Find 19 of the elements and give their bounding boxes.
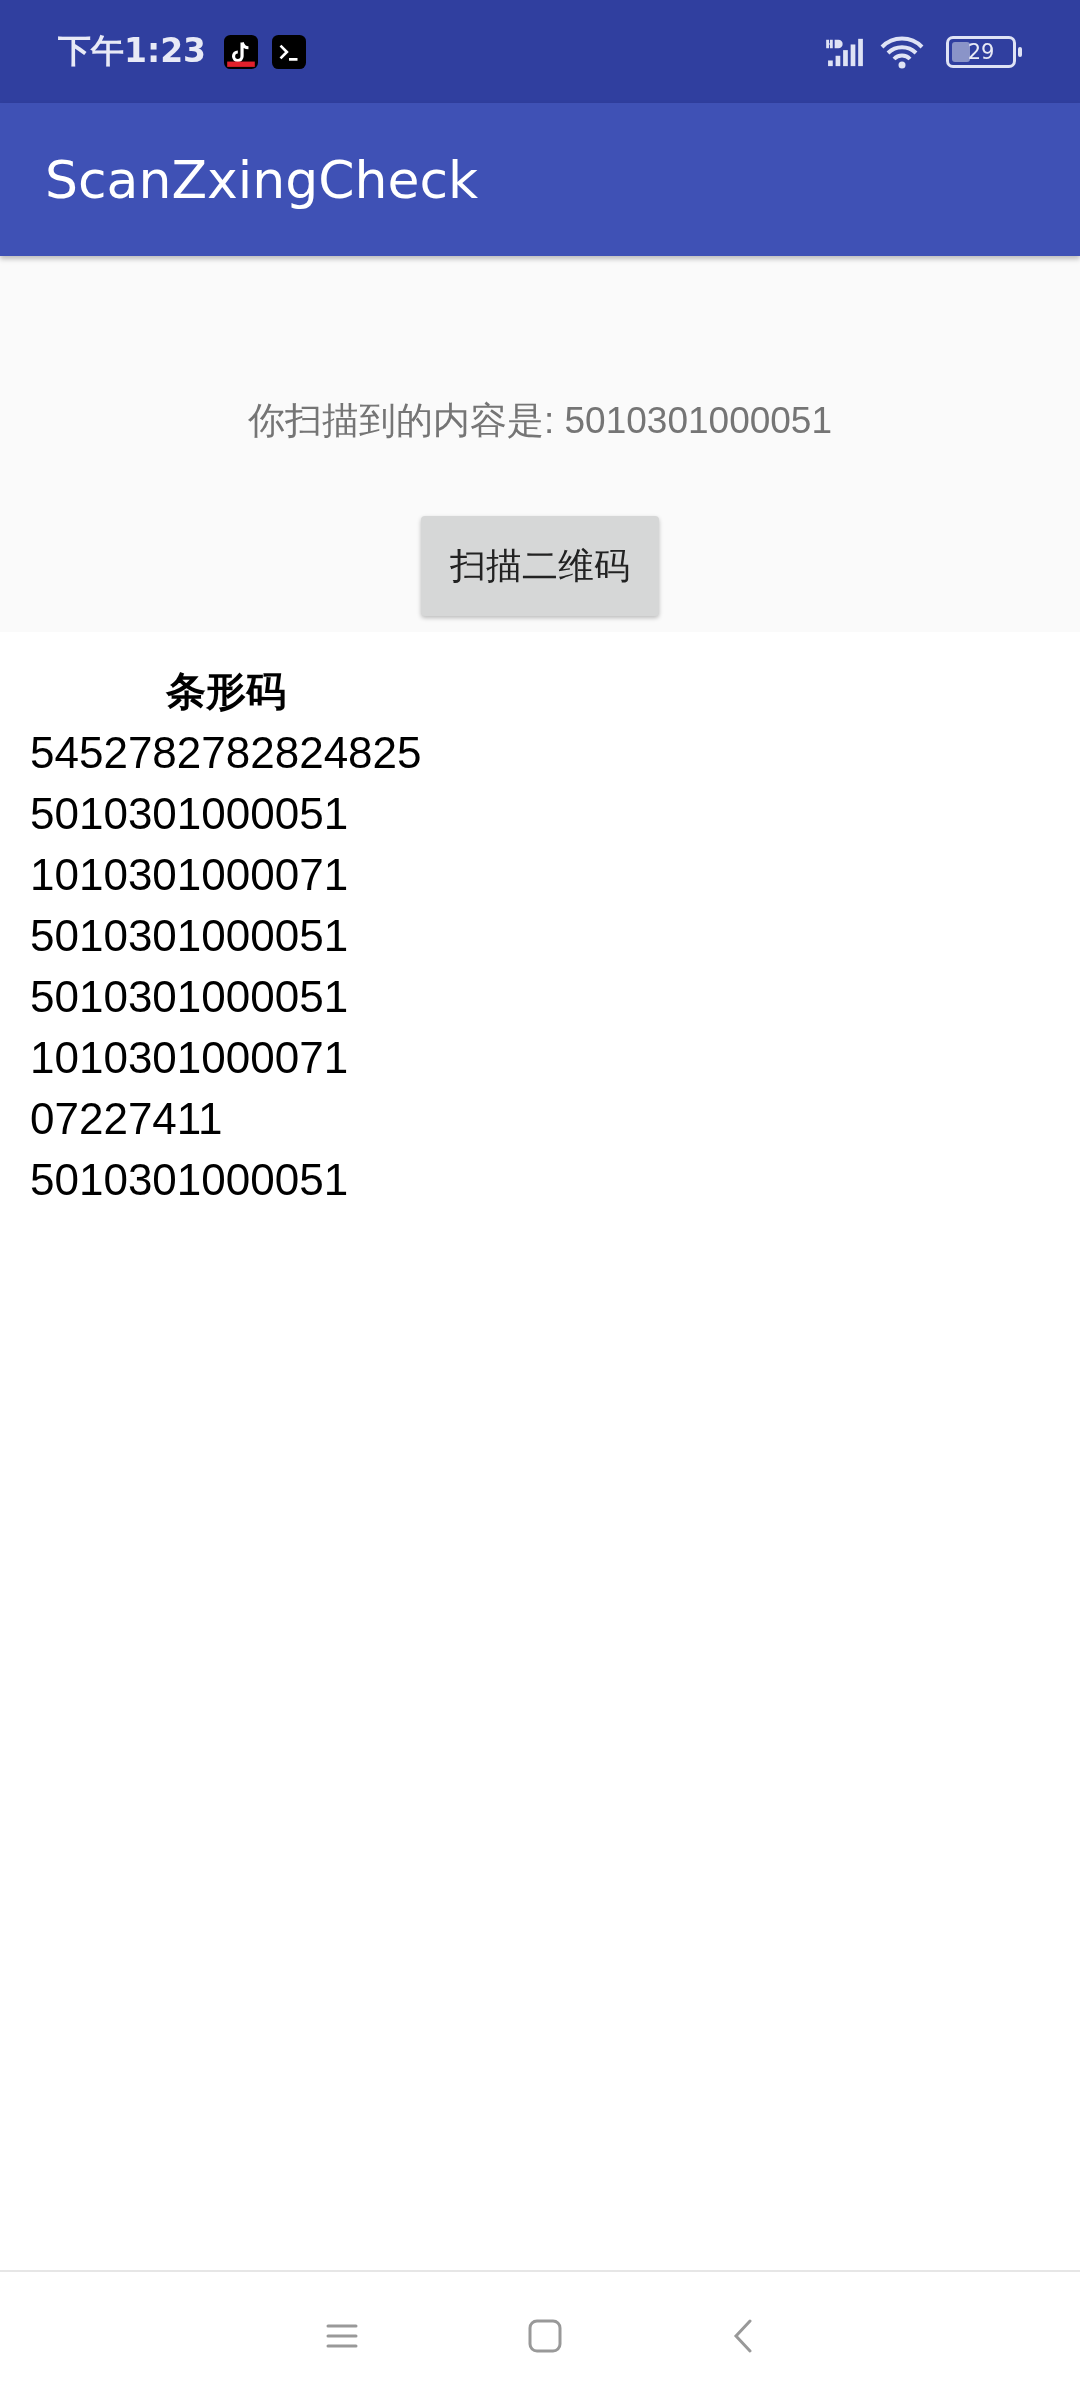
- barcode-value: 5010301000051: [30, 1154, 350, 1206]
- barcode-value: 5010301000051: [30, 788, 350, 840]
- music-note-icon: [224, 34, 259, 69]
- app-title: ScanZxingCheck: [45, 149, 479, 210]
- barcode-value: 5010301000051: [30, 910, 350, 962]
- column-header: 条形码: [165, 667, 286, 716]
- status-time: 下午1:23: [58, 30, 207, 72]
- home-icon[interactable]: [528, 2319, 562, 2353]
- menu-icon[interactable]: [326, 2323, 358, 2349]
- terminal-icon: [272, 34, 307, 69]
- barcode-value: 5010301000051: [30, 971, 350, 1023]
- scan-button[interactable]: 扫描二维码: [421, 516, 659, 616]
- wifi-icon: [880, 34, 924, 69]
- barcode-value: 1010301000071: [30, 849, 350, 901]
- barcode-value: 07227411: [30, 1093, 224, 1145]
- scan-result-text: 你扫描到的内容是: 5010301000051: [247, 399, 833, 443]
- barcode-value: 5452782782824825: [30, 727, 422, 779]
- back-icon[interactable]: [732, 2319, 754, 2353]
- barcode-value: 1010301000071: [30, 1032, 350, 1084]
